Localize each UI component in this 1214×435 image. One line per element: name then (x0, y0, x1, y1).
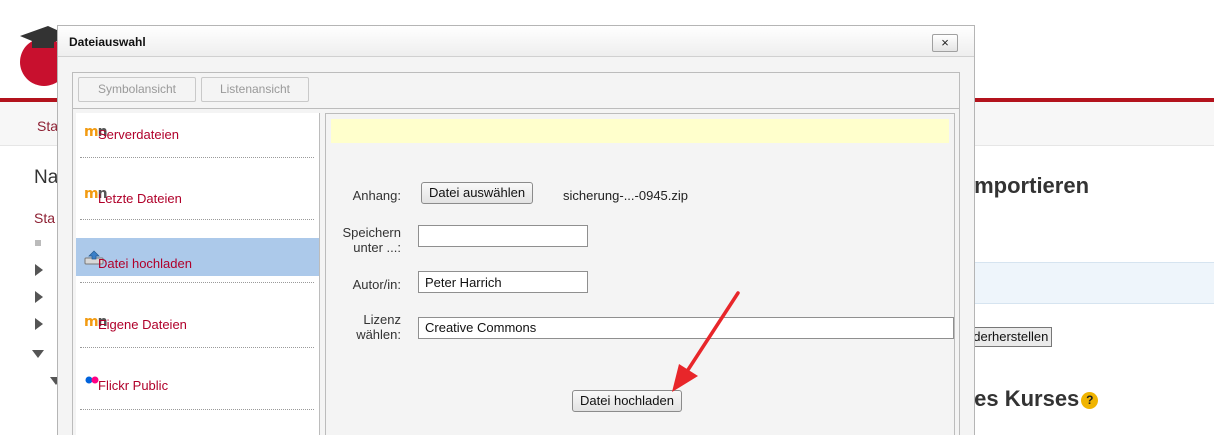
course-heading: les Kurses? (968, 386, 1099, 412)
divider (80, 409, 314, 410)
close-button[interactable]: × (932, 34, 958, 52)
nav-start-link[interactable]: Sta (37, 118, 58, 134)
choose-file-button[interactable]: Datei auswählen (421, 182, 534, 204)
list-view-button[interactable]: Listenansicht (201, 77, 309, 102)
dialog-header: Dateiauswahl × (58, 26, 974, 57)
repo-item-label: Letzte Dateien (98, 191, 182, 206)
import-heading: importieren (968, 173, 1090, 198)
navigation-start-link[interactable]: Sta (34, 210, 55, 226)
repo-item-label: Eigene Dateien (98, 317, 187, 332)
saveas-label-line1: Speichern (342, 225, 401, 240)
license-label: Lizenz wählen: (331, 312, 401, 342)
saveas-input[interactable] (418, 225, 588, 247)
tree-expand-icon[interactable] (35, 264, 43, 276)
license-label-line1: Lizenz (363, 312, 401, 327)
repo-item-serverdateien[interactable]: mn Serverdateien (76, 113, 319, 151)
view-toolbar: Symbolansicht Listenansicht (73, 73, 959, 109)
repo-item-letzte-dateien[interactable]: mn Letzte Dateien (76, 175, 319, 213)
tree-expand-icon[interactable] (35, 318, 43, 330)
divider (80, 282, 314, 283)
saveas-label-line2: unter ...: (353, 240, 401, 255)
divider (80, 157, 314, 158)
annotation-arrow-icon (672, 291, 740, 392)
tree-bullet (35, 240, 41, 246)
divider (80, 347, 314, 348)
author-label: Autor/in: (352, 277, 401, 292)
navigation-block-title: Na (34, 167, 59, 188)
dialog-title: Dateiauswahl (69, 35, 146, 49)
repo-item-datei-hochladen[interactable]: Datei hochladen (76, 238, 319, 276)
repo-item-label: Flickr Public (98, 378, 169, 393)
upload-form-panel: Anhang: Datei auswählen sicherung-...-09… (325, 113, 955, 435)
attachment-label: Anhang: (352, 188, 401, 203)
course-heading-text: les Kurses (968, 386, 1080, 411)
license-label-line2: wählen: (356, 327, 401, 342)
saveas-label: Speichern unter ...: (331, 225, 401, 255)
repo-item-flickr-public[interactable]: Flickr Public (76, 363, 319, 401)
help-icon[interactable]: ? (1081, 391, 1099, 409)
selected-file-name: sicherung-...-0945.zip (563, 188, 689, 203)
repository-sidebar: mn Serverdateien mn Letzte Dateien Datei… (76, 113, 320, 435)
author-input[interactable] (418, 271, 588, 293)
info-bar (955, 262, 1214, 304)
repo-item-eigene-dateien[interactable]: mn Eigene Dateien (76, 303, 319, 341)
divider (80, 219, 314, 220)
tree-collapse-icon[interactable] (32, 350, 44, 358)
icon-view-button[interactable]: Symbolansicht (78, 77, 196, 102)
repo-item-label: Datei hochladen (98, 256, 192, 271)
tree-expand-icon[interactable] (35, 291, 43, 303)
restore-button[interactable]: ederherstellen (962, 327, 1053, 347)
repo-item-label: Serverdateien (98, 127, 179, 142)
file-picker-dialog: Dateiauswahl × Symbolansicht Listenansic… (57, 25, 975, 435)
message-bar (331, 119, 949, 143)
dialog-body: Symbolansicht Listenansicht mn Serverdat… (72, 72, 960, 435)
